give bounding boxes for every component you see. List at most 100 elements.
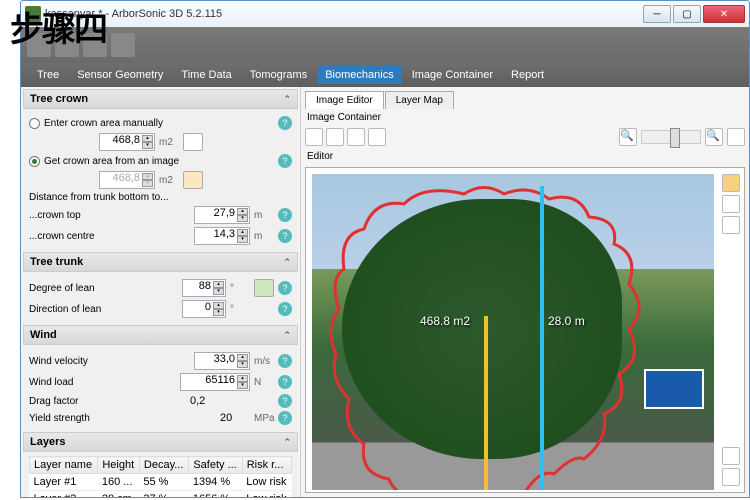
help-icon[interactable]: ?: [278, 154, 292, 168]
help-icon[interactable]: ?: [278, 302, 292, 316]
dist-label: Distance from trunk bottom to...: [29, 192, 292, 203]
close-button[interactable]: ✕: [703, 5, 745, 23]
section-layers-header[interactable]: Layers⌃: [23, 432, 298, 452]
crown-top-label: ...crown top: [29, 210, 190, 221]
marker-tool-icon[interactable]: [722, 195, 740, 213]
chevron-icon: ⌃: [283, 330, 291, 341]
vel-label: Wind velocity: [29, 356, 190, 367]
section-crown-header[interactable]: Tree crown ⌃: [23, 89, 298, 109]
help-icon[interactable]: ?: [278, 281, 292, 295]
menu-tomograms[interactable]: Tomograms: [242, 66, 315, 84]
drag-label: Drag factor: [29, 396, 186, 407]
table-row[interactable]: Layer #220 cm37 %1656 %Low risk: [30, 491, 292, 498]
image-area-input: 468,8▴▾: [99, 171, 155, 189]
copy-icon[interactable]: [347, 128, 365, 146]
height-marker: [540, 186, 544, 490]
overlay-step-label: 步骤四: [10, 2, 106, 51]
crown-top-input[interactable]: 27,9▴▾: [194, 206, 250, 224]
load-input[interactable]: 65116▴▾: [180, 373, 250, 391]
editor-canvas[interactable]: 468.8 m2 28.0 m: [305, 167, 745, 493]
table-row[interactable]: Layer #1160 ...55 %1394 %Low risk: [30, 474, 292, 491]
editor-label: Editor: [305, 148, 745, 165]
unit: N: [254, 377, 274, 388]
menu-timedata[interactable]: Time Data: [173, 66, 239, 84]
load-label: Wind load: [29, 377, 176, 388]
open-icon[interactable]: [305, 128, 323, 146]
section-trunk-header[interactable]: Tree trunk ⌃: [23, 252, 298, 272]
dir-label: Direction of lean: [29, 304, 178, 315]
pick-image-button[interactable]: [183, 171, 203, 189]
area-marker: [484, 316, 488, 490]
tool-icon[interactable]: [111, 33, 135, 57]
radio-manual[interactable]: [29, 118, 40, 129]
settings-icon[interactable]: [722, 468, 740, 486]
save-icon[interactable]: [326, 128, 344, 146]
unit: MPa: [254, 413, 274, 424]
container-label: Image Container: [305, 109, 745, 126]
unit: m2: [159, 175, 179, 186]
section-title: Tree crown: [30, 93, 88, 105]
height-label: 28.0 m: [548, 314, 585, 328]
help-icon[interactable]: ?: [278, 411, 292, 425]
crown-centre-label: ...crown centre: [29, 231, 190, 242]
menu-sensor[interactable]: Sensor Geometry: [69, 66, 171, 84]
menu-report[interactable]: Report: [503, 66, 552, 84]
right-panel: Image Editor Layer Map Image Container 🔍…: [301, 87, 749, 497]
help-icon[interactable]: ?: [278, 229, 292, 243]
window-title: kassanyar * - ArborSonic 3D 5.2.115: [45, 8, 643, 20]
lean-input[interactable]: 88▴▾: [182, 279, 226, 297]
crown-centre-input[interactable]: 14,3▴▾: [194, 227, 250, 245]
menu-image-container[interactable]: Image Container: [404, 66, 501, 84]
lean-pick-button[interactable]: [254, 279, 274, 297]
expand-icon[interactable]: [727, 128, 745, 146]
help-icon[interactable]: ?: [278, 394, 292, 408]
unit: m/s: [254, 356, 274, 367]
unit: °: [230, 304, 250, 315]
layers-table: Layer nameHeightDecay...Safety ...Risk r…: [29, 456, 292, 497]
pick-button[interactable]: [183, 133, 203, 151]
manual-label: Enter crown area manually: [44, 118, 274, 129]
yield-label: Yield strength: [29, 413, 216, 424]
vel-input[interactable]: 33,0▴▾: [194, 352, 250, 370]
yield-val: 20: [220, 412, 250, 424]
menu-tree[interactable]: Tree: [29, 66, 67, 84]
chevron-icon: ⌃: [283, 94, 291, 105]
paste-icon[interactable]: [368, 128, 386, 146]
image-label: Get crown area from an image: [44, 156, 274, 167]
section-wind-header[interactable]: Wind⌃: [23, 325, 298, 345]
titlebar: kassanyar * - ArborSonic 3D 5.2.115 ─ ▢ …: [21, 1, 749, 27]
menubar: Tree Sensor Geometry Time Data Tomograms…: [21, 63, 749, 87]
toolbar: [21, 27, 749, 63]
flag-tool-icon[interactable]: [722, 174, 740, 192]
line-tool-icon[interactable]: [722, 216, 740, 234]
zoom-in-icon[interactable]: 🔍: [619, 128, 637, 146]
dir-input[interactable]: 0▴▾: [182, 300, 226, 318]
left-panel: Tree crown ⌃ Enter crown area manually? 4…: [21, 87, 301, 497]
eye-icon[interactable]: [722, 447, 740, 465]
zoom-slider[interactable]: [641, 130, 701, 144]
tab-layer-map[interactable]: Layer Map: [385, 91, 454, 109]
unit: m2: [159, 137, 179, 148]
tree-image: 468.8 m2 28.0 m: [312, 174, 714, 490]
zoom-out-icon[interactable]: 🔍: [705, 128, 723, 146]
maximize-button[interactable]: ▢: [673, 5, 701, 23]
unit: °: [230, 283, 250, 294]
help-icon[interactable]: ?: [278, 116, 292, 130]
minimize-button[interactable]: ─: [643, 5, 671, 23]
help-icon[interactable]: ?: [278, 375, 292, 389]
lean-label: Degree of lean: [29, 283, 178, 294]
help-icon[interactable]: ?: [278, 354, 292, 368]
menu-biomechanics[interactable]: Biomechanics: [317, 66, 401, 84]
app-window: kassanyar * - ArborSonic 3D 5.2.115 ─ ▢ …: [20, 0, 750, 498]
manual-area-input[interactable]: 468,8▴▾: [99, 133, 155, 151]
help-icon[interactable]: ?: [278, 208, 292, 222]
tab-image-editor[interactable]: Image Editor: [305, 91, 384, 109]
unit: m: [254, 210, 274, 221]
drag-val: 0,2: [190, 395, 230, 407]
unit: m: [254, 231, 274, 242]
chevron-icon: ⌃: [283, 437, 291, 448]
area-label: 468.8 m2: [420, 314, 470, 328]
radio-image[interactable]: [29, 156, 40, 167]
section-title: Tree trunk: [30, 256, 83, 268]
chevron-icon: ⌃: [283, 257, 291, 268]
